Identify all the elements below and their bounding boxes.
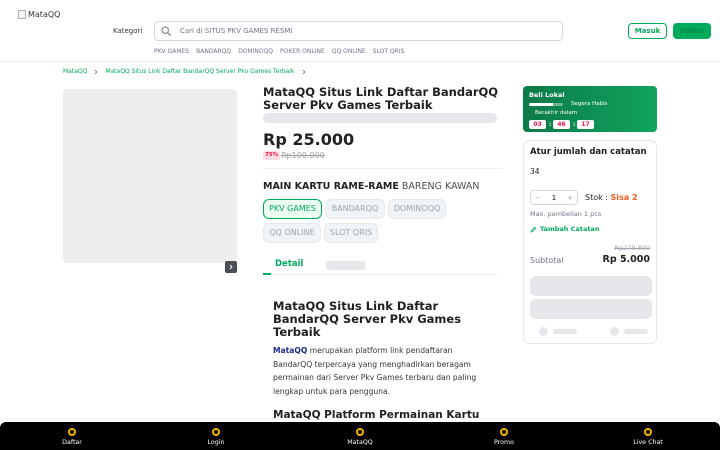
breadcrumb: MataQQ MataQQ Situs Link Daftar BandarQQ… [63,68,307,75]
logo[interactable]: MataQQ [18,10,60,19]
tab-indicator [263,273,271,275]
divider [263,168,503,169]
bottom-nav-home[interactable]: MataQQ [315,422,405,450]
cart-button-skeleton[interactable] [530,299,652,319]
quantity-value[interactable]: 1 [552,194,556,202]
stock-progress-bar [529,103,563,106]
variant-chip-slot-qris[interactable]: SLOT QRIS [324,223,378,243]
flash-sale-card: Beli Lokal Segera Habis Berakhir dalam 0… [523,86,657,132]
nav-link-pkv-games[interactable]: PKV GAMES [154,48,189,55]
subtotal-value: Rp 5.000 [602,254,650,265]
timer-separator: : [573,121,576,128]
action-skeleton-label [624,329,648,334]
bottom-nav-promo[interactable]: Promo [459,422,549,450]
ends-label: Berakhir dalam [535,110,578,116]
bottom-nav-login[interactable]: Login [171,422,261,450]
tab-skeleton [326,261,365,270]
broken-image-icon [18,10,26,19]
brand-icon [644,428,652,436]
breadcrumb-home[interactable]: MataQQ [63,68,87,75]
add-note-label: Tambah Catatan [540,225,600,233]
discount-badge: 75% [263,151,281,160]
selected-variant-value: 34 [530,167,540,176]
stock-remaining: Sisa 2 [610,193,638,202]
variant-title-bold: MAIN KARTU RAME-RAME [263,181,399,192]
flash-sale-title: Beli Lokal [529,91,565,99]
variant-chip-bandarqq[interactable]: BANDARQQ [325,199,385,219]
variant-title-light: BARENG KAWAN [401,181,480,192]
bottom-nav-label: Daftar [62,439,82,446]
chevron-right-icon [302,69,306,74]
variant-chip-qq-online[interactable]: QQ ONLINE [263,223,321,243]
description-title: MataQQ Situs Link Daftar BandarQQ Server… [273,299,462,339]
tab-detail[interactable]: Detail [275,259,303,269]
timer-minutes: 46 [553,120,570,129]
order-card-title: Atur jumlah dan catatan [530,147,647,157]
decrease-button[interactable]: − [535,194,541,202]
subtotal-label: Subtotal [530,256,564,265]
subtotal-original: Rp279.800 [614,244,650,252]
action-skeleton-icon [610,327,619,336]
search-icon [161,26,171,36]
login-button[interactable]: Masuk [628,23,667,39]
stock-status: Segera Habis [571,101,608,107]
description-subtitle: MataQQ Platform Permainan Kartu [273,409,480,421]
bottom-nav-daftar[interactable]: Daftar [27,422,117,450]
quantity-stepper[interactable]: − 1 + [530,190,578,205]
bottom-nav-label: Login [207,439,225,446]
rating-skeleton [263,113,497,123]
nav-link-slot-qris[interactable]: SLOT QRIS [373,48,405,55]
kategori-menu[interactable]: Kategori [113,27,142,35]
breadcrumb-product[interactable]: MataQQ Situs Link Daftar BandarQQ Server… [105,68,294,75]
search-input[interactable] [180,27,560,35]
timer-seconds: 17 [577,120,594,129]
product-title: MataQQ Situs Link Daftar BandarQQ Server… [263,85,499,112]
bottom-nav-label: Promo [494,439,514,446]
logo-alt-text: MataQQ [28,10,61,19]
nav-link-qq-online[interactable]: QQ ONLINE [332,48,366,55]
product-tabs: Detail [263,255,497,275]
stock-info: Stok : Sisa 2 [585,193,638,202]
action-skeleton-icon [539,327,548,336]
increase-button[interactable]: + [567,194,573,202]
header: MataQQ Kategori Masuk Daftar PKV GAMES B… [0,0,720,62]
bottom-navigation: Daftar Login MataQQ Promo Live Chat [0,422,720,450]
chevron-right-icon [95,69,98,74]
product-image[interactable] [63,89,237,263]
category-links: PKV GAMES BANDARQQ DOMINOQQ POKER ONLINE… [154,48,404,55]
stock-label: Stok : [585,193,611,202]
brand-icon [212,428,220,436]
variant-title: MAIN KARTU RAME-RAME BARENG KAWAN [263,181,480,192]
variant-chip-dominoqq[interactable]: DOMINOQQ [388,199,446,219]
original-price: Rp100.000 [281,151,325,160]
brand-icon [68,428,76,436]
max-purchase: Max. pembelian 1 pcs [530,210,602,218]
brand-icon [500,428,508,436]
nav-link-dominoqq[interactable]: DOMINOQQ [238,48,273,55]
bottom-nav-label: MataQQ [347,439,373,446]
bottom-nav-live-chat[interactable]: Live Chat [603,422,693,450]
search-bar[interactable] [154,21,563,41]
description-text: MataQQ merupakan platform link pendaftar… [273,344,493,398]
chevron-right-icon [229,264,233,270]
register-button[interactable]: Daftar [673,23,711,39]
add-note-button[interactable]: Tambah Catatan [530,225,599,233]
product-price: Rp 25.000 [263,130,355,149]
brand-link[interactable]: MataQQ [273,346,307,355]
order-card: Atur jumlah dan catatan 34 − 1 + Stok : … [523,140,657,344]
nav-link-poker-online[interactable]: POKER ONLINE [280,48,325,55]
timer-hours: 03 [529,120,546,129]
nav-link-bandarqq[interactable]: BANDARQQ [196,48,231,55]
action-skeleton-label [553,329,577,334]
pencil-icon [530,226,537,233]
timer-separator: : [549,121,552,128]
image-next-button[interactable] [225,261,237,273]
buy-button-skeleton[interactable] [530,276,652,296]
brand-icon [356,428,364,436]
variant-chip-pkv-games[interactable]: PKV GAMES [263,199,322,219]
bottom-nav-label: Live Chat [633,439,663,446]
